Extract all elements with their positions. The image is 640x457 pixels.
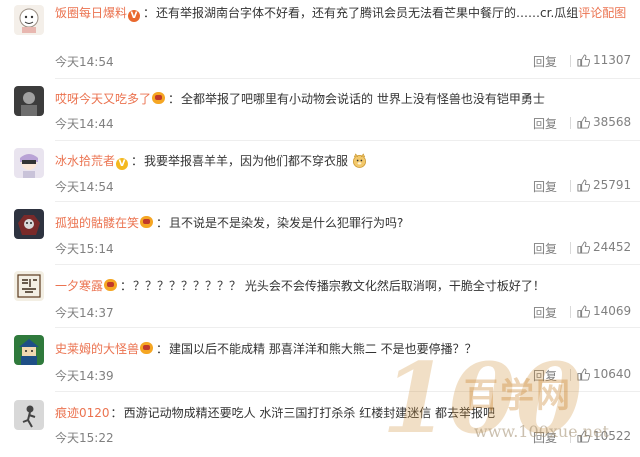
username-link[interactable]: 史莱姆的大怪兽: [55, 342, 139, 356]
comment-body: ？？？？？？？？？ 光头会不会传播宗教文化然后取消啊，干脆全寸板好了！: [133, 279, 545, 293]
like-count: 10522: [593, 429, 632, 443]
avatar-photo-icon: [14, 400, 44, 430]
avatar[interactable]: [14, 148, 44, 178]
reply-button[interactable]: 回复: [533, 178, 557, 195]
like-button[interactable]: 11307: [577, 53, 631, 67]
divider: [55, 78, 640, 79]
username-link[interactable]: 孤独的骷髅在笑: [55, 216, 139, 230]
separator: ：: [120, 279, 133, 293]
avatar[interactable]: [14, 5, 44, 35]
like-count: 25791: [593, 178, 632, 192]
like-button[interactable]: 10522: [577, 429, 631, 443]
thumbs-up-icon: [577, 368, 590, 381]
avatar-cartoon-icon: [14, 335, 44, 365]
thumbs-up-icon: [577, 116, 590, 129]
like-button[interactable]: 38568: [577, 115, 631, 129]
timestamp: 今天14:44: [55, 117, 114, 131]
reply-button[interactable]: 回复: [533, 367, 557, 384]
avatar[interactable]: [14, 209, 44, 239]
divider: [570, 180, 571, 192]
divider: [570, 369, 571, 381]
like-button[interactable]: 25791: [577, 178, 631, 192]
divider: [570, 242, 571, 254]
thumbs-up-icon: [577, 179, 590, 192]
username-link[interactable]: 一夕寒露: [55, 279, 103, 293]
divider: [55, 140, 640, 141]
timestamp: 今天14:37: [55, 306, 114, 320]
member-crown-icon: [104, 279, 118, 291]
avatar[interactable]: [14, 271, 44, 301]
avatar-calligraphy-icon: [14, 271, 44, 301]
avatar-skull-icon: [14, 209, 44, 239]
reply-button[interactable]: 回复: [533, 429, 557, 446]
avatar[interactable]: [14, 86, 44, 116]
comment-image-link[interactable]: 评论配图: [578, 6, 626, 20]
timestamp: 今天15:14: [55, 242, 114, 256]
timestamp: 今天15:22: [55, 431, 114, 445]
comment-body: 且不说是不是染发，染发是什么犯罪行为吗?: [169, 216, 404, 230]
separator: ：: [131, 154, 144, 168]
thumbs-up-icon: [577, 241, 590, 254]
separator: ：: [143, 6, 156, 20]
member-crown-icon: [140, 216, 154, 228]
reply-button[interactable]: 回复: [533, 304, 557, 321]
doge-emoji-icon: [352, 153, 366, 168]
separator: ：: [168, 92, 181, 106]
thumbs-up-icon: [577, 430, 590, 443]
comment-body: 西游记动物成精还要吃人 水浒三国打打杀杀 红楼封建迷信 都去举报吧: [123, 406, 496, 420]
avatar-photo-icon: [14, 86, 44, 116]
thumbs-up-icon: [577, 305, 590, 318]
separator: ：: [156, 216, 169, 230]
like-count: 11307: [593, 53, 632, 67]
comment-body: 全都举报了吧哪里有小动物会说话的 世界上没有怪兽也没有铠甲勇士: [181, 92, 545, 106]
comment-text: 史莱姆的大怪兽 ：建国以后不能成精 那喜洋洋和熊大熊二 不是也要停播？？: [55, 340, 628, 358]
like-button[interactable]: 10640: [577, 367, 631, 381]
comment-text: 痕迹0120：西游记动物成精还要吃人 水浒三国打打杀杀 红楼封建迷信 都去举报吧: [55, 404, 628, 422]
separator: ：: [156, 342, 169, 356]
reply-button[interactable]: 回复: [533, 240, 557, 257]
comment-text: 冰水拾荒者 V ：我要举报喜羊羊，因为他们都不穿衣服: [55, 152, 628, 170]
avatar-cartoon-icon: [14, 5, 44, 35]
username-link[interactable]: 冰水拾荒者: [55, 154, 115, 168]
like-count: 24452: [593, 240, 632, 254]
avatar[interactable]: [14, 400, 44, 430]
username-link[interactable]: 哎呀今天又吃多了: [55, 92, 151, 106]
divider: [55, 201, 640, 202]
comment-body: 还有举报湖南台字体不好看，还有充了腾讯会员无法看芒果中餐厅的……cr.瓜组: [156, 6, 579, 20]
comment-text: 孤独的骷髅在笑 ：且不说是不是染发，染发是什么犯罪行为吗?: [55, 214, 628, 232]
timestamp: 今天14:54: [55, 55, 114, 69]
reply-button[interactable]: 回复: [533, 115, 557, 132]
member-crown-icon: [140, 342, 154, 354]
separator: ：: [110, 406, 123, 420]
timestamp: 今天14:54: [55, 180, 114, 194]
divider: [55, 264, 640, 265]
member-crown-icon: [152, 92, 166, 104]
comment-body: 我要举报喜羊羊，因为他们都不穿衣服: [144, 154, 349, 168]
divider: [55, 391, 640, 392]
avatar-anime-icon: [14, 148, 44, 178]
like-count: 10640: [593, 367, 632, 381]
comment-body: 建国以后不能成精 那喜洋洋和熊大熊二 不是也要停播？？: [169, 342, 477, 356]
avatar[interactable]: [14, 335, 44, 365]
comment-text: 饭圈每日爆料 V ：还有举报湖南台字体不好看，还有充了腾讯会员无法看芒果中餐厅的………: [55, 4, 628, 22]
comment-text: 一夕寒露 ：？？？？？？？？？ 光头会不会传播宗教文化然后取消啊，干脆全寸板好了！: [55, 277, 628, 295]
username-link[interactable]: 痕迹0120: [55, 406, 110, 420]
divider: [570, 431, 571, 443]
divider: [55, 327, 640, 328]
thumbs-up-icon: [577, 54, 590, 67]
like-count: 38568: [593, 115, 632, 129]
like-button[interactable]: 24452: [577, 240, 631, 254]
like-button[interactable]: 14069: [577, 304, 631, 318]
comment-text: 哎呀今天又吃多了 ：全都举报了吧哪里有小动物会说话的 世界上没有怪兽也没有铠甲勇士: [55, 90, 628, 108]
reply-button[interactable]: 回复: [533, 53, 557, 70]
divider: [570, 117, 571, 129]
verified-badge-icon: V: [116, 158, 129, 170]
divider: [570, 306, 571, 318]
username-link[interactable]: 饭圈每日爆料: [55, 6, 127, 20]
timestamp: 今天14:39: [55, 369, 114, 383]
like-count: 14069: [593, 304, 632, 318]
divider: [570, 55, 571, 67]
verified-badge-icon: V: [128, 10, 141, 22]
